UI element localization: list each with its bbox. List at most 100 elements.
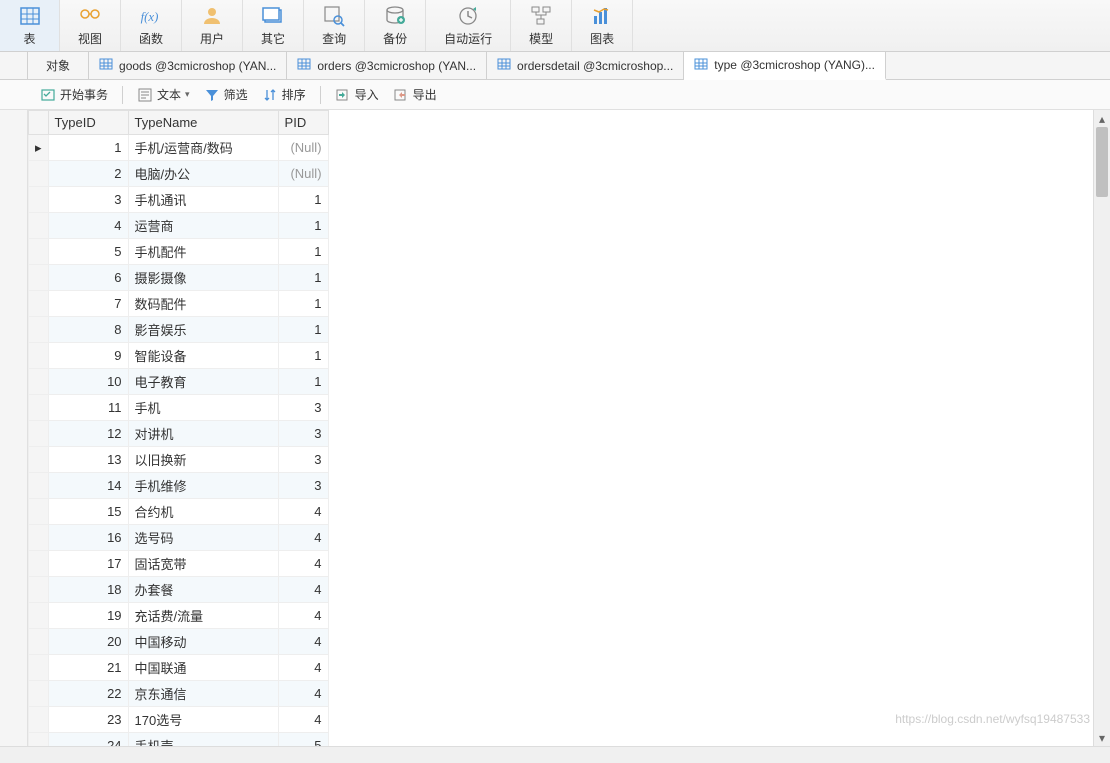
data-table[interactable]: TypeID TypeName PID ▸1手机/运营商/数码(Null)2电脑… — [28, 110, 329, 759]
cell-typename[interactable]: 中国联通 — [128, 655, 278, 681]
cell-typeid[interactable]: 15 — [48, 499, 128, 525]
text-button[interactable]: 文本 ▾ — [131, 83, 196, 106]
table-row[interactable]: 17固话宽带4 — [29, 551, 329, 577]
ribbon-model[interactable]: 模型 — [511, 0, 572, 51]
ribbon-other[interactable]: 其它 — [243, 0, 304, 51]
cell-pid[interactable]: 1 — [278, 187, 328, 213]
cell-pid[interactable]: (Null) — [278, 161, 328, 187]
table-row[interactable]: 6摄影摄像1 — [29, 265, 329, 291]
cell-typename[interactable]: 对讲机 — [128, 421, 278, 447]
cell-typeid[interactable]: 20 — [48, 629, 128, 655]
export-button[interactable]: 导出 — [387, 83, 443, 106]
cell-pid[interactable]: 3 — [278, 473, 328, 499]
ribbon-view[interactable]: 视图 — [60, 0, 121, 51]
cell-typeid[interactable]: 4 — [48, 213, 128, 239]
cell-typeid[interactable]: 16 — [48, 525, 128, 551]
cell-typename[interactable]: 固话宽带 — [128, 551, 278, 577]
table-row[interactable]: 21中国联通4 — [29, 655, 329, 681]
cell-pid[interactable]: 4 — [278, 629, 328, 655]
cell-pid[interactable]: (Null) — [278, 135, 328, 161]
scroll-thumb[interactable] — [1096, 127, 1108, 197]
tab-item[interactable]: goods @3cmicroshop (YAN... — [89, 52, 287, 79]
table-row[interactable]: 18办套餐4 — [29, 577, 329, 603]
table-row[interactable]: 3手机通讯1 — [29, 187, 329, 213]
table-row[interactable]: 19充话费/流量4 — [29, 603, 329, 629]
cell-typeid[interactable]: 18 — [48, 577, 128, 603]
cell-pid[interactable]: 3 — [278, 447, 328, 473]
table-row[interactable]: ▸1手机/运营商/数码(Null) — [29, 135, 329, 161]
col-header-typeid[interactable]: TypeID — [48, 111, 128, 135]
cell-pid[interactable]: 4 — [278, 499, 328, 525]
table-row[interactable]: 15合约机4 — [29, 499, 329, 525]
table-row[interactable]: 10电子教育1 — [29, 369, 329, 395]
ribbon-backup[interactable]: 备份 — [365, 0, 426, 51]
ribbon-fx[interactable]: f(x)函数 — [121, 0, 182, 51]
filter-button[interactable]: 筛选 — [198, 83, 254, 106]
cell-typeid[interactable]: 3 — [48, 187, 128, 213]
cell-typename[interactable]: 摄影摄像 — [128, 265, 278, 291]
ribbon-chart[interactable]: 图表 — [572, 0, 633, 51]
cell-typeid[interactable]: 13 — [48, 447, 128, 473]
cell-typename[interactable]: 电脑/办公 — [128, 161, 278, 187]
cell-pid[interactable]: 1 — [278, 343, 328, 369]
horizontal-scrollbar[interactable] — [0, 746, 1110, 763]
cell-pid[interactable]: 1 — [278, 213, 328, 239]
scroll-up-icon[interactable]: ▴ — [1094, 110, 1110, 127]
table-row[interactable]: 2电脑/办公(Null) — [29, 161, 329, 187]
cell-pid[interactable]: 3 — [278, 421, 328, 447]
cell-typename[interactable]: 170选号 — [128, 707, 278, 733]
cell-typename[interactable]: 手机/运营商/数码 — [128, 135, 278, 161]
cell-typename[interactable]: 运营商 — [128, 213, 278, 239]
cell-typeid[interactable]: 1 — [48, 135, 128, 161]
cell-pid[interactable]: 4 — [278, 577, 328, 603]
cell-typeid[interactable]: 11 — [48, 395, 128, 421]
cell-typeid[interactable]: 19 — [48, 603, 128, 629]
cell-typename[interactable]: 以旧换新 — [128, 447, 278, 473]
col-header-typename[interactable]: TypeName — [128, 111, 278, 135]
cell-typeid[interactable]: 10 — [48, 369, 128, 395]
ribbon-table[interactable]: 表 — [0, 0, 60, 51]
cell-typename[interactable]: 办套餐 — [128, 577, 278, 603]
table-row[interactable]: 5手机配件1 — [29, 239, 329, 265]
cell-typename[interactable]: 数码配件 — [128, 291, 278, 317]
table-row[interactable]: 9智能设备1 — [29, 343, 329, 369]
table-row[interactable]: 8影音娱乐1 — [29, 317, 329, 343]
cell-typeid[interactable]: 6 — [48, 265, 128, 291]
cell-typeid[interactable]: 2 — [48, 161, 128, 187]
ribbon-user[interactable]: 用户 — [182, 0, 243, 51]
scroll-track[interactable] — [1094, 127, 1110, 729]
table-row[interactable]: 7数码配件1 — [29, 291, 329, 317]
tab-object[interactable]: 对象 — [28, 52, 89, 79]
cell-pid[interactable]: 4 — [278, 681, 328, 707]
cell-typename[interactable]: 智能设备 — [128, 343, 278, 369]
scroll-down-icon[interactable]: ▾ — [1094, 729, 1110, 746]
cell-pid[interactable]: 4 — [278, 655, 328, 681]
ribbon-auto[interactable]: 自动运行 — [426, 0, 511, 51]
col-header-pid[interactable]: PID — [278, 111, 328, 135]
cell-pid[interactable]: 4 — [278, 551, 328, 577]
cell-typeid[interactable]: 12 — [48, 421, 128, 447]
table-row[interactable]: 16选号码4 — [29, 525, 329, 551]
cell-typename[interactable]: 手机配件 — [128, 239, 278, 265]
cell-typename[interactable]: 选号码 — [128, 525, 278, 551]
cell-typename[interactable]: 中国移动 — [128, 629, 278, 655]
table-row[interactable]: 11手机3 — [29, 395, 329, 421]
table-row[interactable]: 22京东通信4 — [29, 681, 329, 707]
cell-pid[interactable]: 4 — [278, 707, 328, 733]
cell-typeid[interactable]: 23 — [48, 707, 128, 733]
cell-typename[interactable]: 电子教育 — [128, 369, 278, 395]
cell-typename[interactable]: 京东通信 — [128, 681, 278, 707]
table-row[interactable]: 4运营商1 — [29, 213, 329, 239]
cell-typename[interactable]: 手机维修 — [128, 473, 278, 499]
cell-pid[interactable]: 4 — [278, 525, 328, 551]
sort-button[interactable]: 排序 — [256, 83, 312, 106]
table-row[interactable]: 23170选号4 — [29, 707, 329, 733]
ribbon-query[interactable]: 查询 — [304, 0, 365, 51]
cell-typename[interactable]: 手机通讯 — [128, 187, 278, 213]
cell-typename[interactable]: 影音娱乐 — [128, 317, 278, 343]
cell-typeid[interactable]: 17 — [48, 551, 128, 577]
cell-pid[interactable]: 1 — [278, 239, 328, 265]
cell-pid[interactable]: 1 — [278, 265, 328, 291]
cell-typeid[interactable]: 14 — [48, 473, 128, 499]
cell-typename[interactable]: 合约机 — [128, 499, 278, 525]
